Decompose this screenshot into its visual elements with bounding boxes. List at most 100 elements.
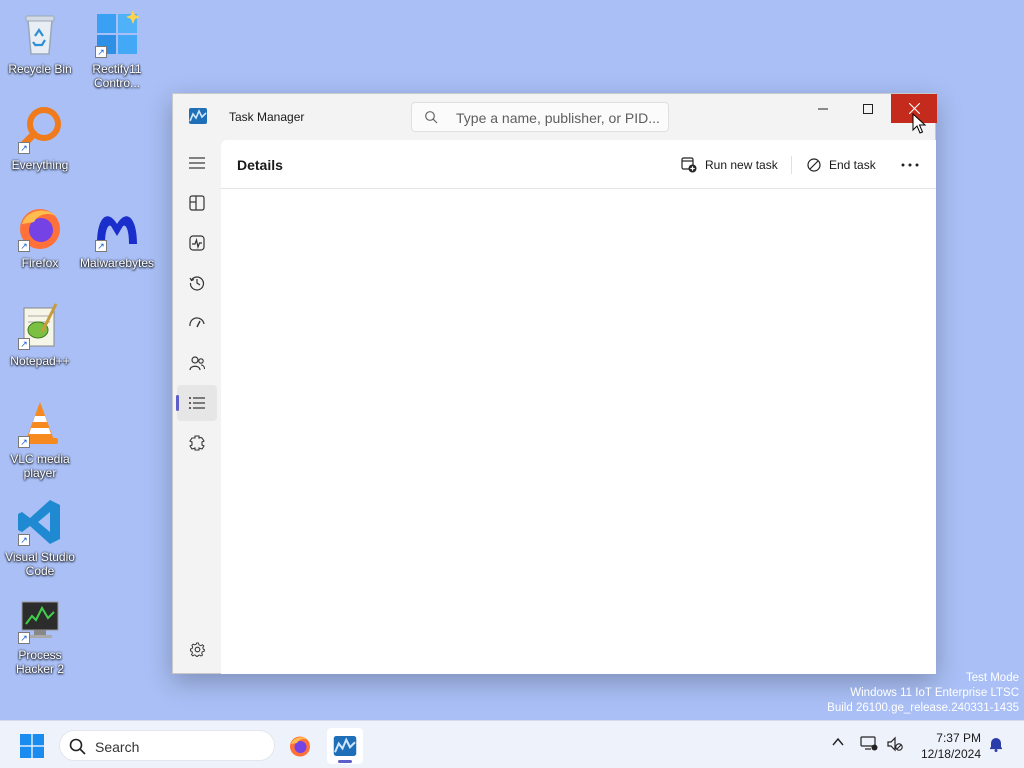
desktop-icon-recycle-bin[interactable]: Recycle Bin	[0, 10, 80, 76]
shortcut-arrow-icon: ↗	[18, 142, 30, 154]
more-options-icon	[901, 163, 919, 167]
test-mode-watermark: Test Mode Windows 11 IoT Enterprise LTSC…	[827, 671, 1019, 716]
title-bar[interactable]: Task Manager	[173, 94, 937, 140]
command-bar: Details Run new task End task	[221, 140, 936, 189]
windows-logo-icon	[20, 734, 44, 758]
nav-users[interactable]	[177, 345, 217, 381]
search-box[interactable]	[411, 102, 669, 132]
notepadpp-icon: ↗	[16, 302, 64, 350]
start-button[interactable]	[20, 734, 44, 758]
shortcut-arrow-icon: ↗	[18, 338, 30, 350]
nav-processes[interactable]	[177, 185, 217, 221]
minimize-button[interactable]	[800, 94, 846, 123]
taskbar: Search 7:37 PM 12/18/2024	[0, 720, 1024, 768]
search-icon	[69, 738, 86, 758]
nav-services[interactable]	[177, 425, 217, 461]
desktop-icon-label: Notepad++	[10, 354, 70, 368]
page-title: Details	[237, 157, 283, 173]
shortcut-arrow-icon: ↗	[18, 632, 30, 644]
history-icon	[189, 276, 205, 291]
shortcut-arrow-icon: ↗	[95, 240, 107, 252]
task-manager-window: Task Manager Type a name, publisher, or …	[172, 93, 937, 674]
system-clock[interactable]: 7:37 PM 12/18/2024	[913, 730, 981, 762]
services-icon	[189, 435, 205, 451]
search-input[interactable]	[456, 108, 661, 128]
volume-button[interactable]	[887, 736, 903, 757]
network-status-button[interactable]	[860, 734, 878, 757]
run-new-task-label: Run new task	[705, 158, 778, 172]
taskbar-search-label: Search	[95, 739, 140, 755]
performance-icon	[189, 235, 205, 251]
desktop-icon-malwarebytes[interactable]: ↗ Malwarebytes	[77, 204, 157, 270]
vlc-icon: ↗	[16, 400, 64, 448]
watermark-line: Test Mode	[965, 672, 1019, 684]
nav-details[interactable]	[176, 385, 217, 421]
run-new-task-button[interactable]: Run new task	[681, 150, 778, 180]
recycle-bin-icon	[16, 10, 64, 58]
users-icon	[189, 356, 205, 371]
desktop-icon-label: Everything	[11, 158, 69, 172]
desktop-icon-label: Firefox	[21, 256, 59, 270]
malwarebytes-icon: ↗	[93, 204, 141, 252]
startup-icon	[189, 317, 205, 328]
search-icon	[424, 110, 438, 124]
show-hidden-icons-button[interactable]	[831, 735, 845, 754]
desktop-icon-label: Recycle Bin	[8, 62, 72, 76]
details-panel: Details Run new task End task	[221, 140, 936, 674]
vscode-icon: ↗	[16, 498, 64, 546]
desktop-icon-notepadpp[interactable]: ↗ Notepad++	[0, 302, 80, 368]
hamburger-icon	[189, 157, 205, 169]
control-panel-icon: ↗	[93, 10, 141, 58]
nav-settings[interactable]	[177, 631, 217, 667]
volume-muted-icon	[887, 736, 903, 752]
taskbar-firefox[interactable]	[282, 728, 318, 764]
maximize-button[interactable]	[845, 94, 891, 123]
taskbar-search-box[interactable]: Search	[59, 730, 275, 761]
desktop-icon-label: Process Hacker 2	[15, 648, 65, 676]
gear-icon	[189, 641, 205, 657]
running-indicator	[338, 760, 352, 763]
shortcut-arrow-icon: ↗	[18, 240, 30, 252]
desktop-icon-vscode[interactable]: ↗ Visual Studio Code	[0, 498, 80, 578]
maximize-icon	[863, 103, 873, 114]
firefox-icon: ↗	[16, 204, 64, 252]
taskbar-task-manager[interactable]	[327, 728, 363, 764]
notifications-button[interactable]	[988, 736, 1004, 757]
desktop-icon-everything[interactable]: ↗ Everything	[0, 106, 80, 172]
mouse-cursor-icon	[912, 113, 927, 134]
desktop-icon-label: VLC media player	[10, 452, 70, 480]
firefox-icon	[290, 736, 310, 757]
shortcut-arrow-icon: ↗	[95, 46, 107, 58]
nav-performance[interactable]	[177, 225, 217, 261]
processes-icon	[189, 195, 205, 211]
bell-icon	[990, 738, 1002, 752]
end-task-label: End task	[829, 158, 876, 172]
run-new-task-icon	[681, 157, 697, 173]
more-options-button[interactable]	[897, 154, 923, 176]
desktop-icon-firefox[interactable]: ↗ Firefox	[0, 204, 80, 270]
desktop-icon-rectify11[interactable]: ↗ Rectify11 Contro...	[77, 10, 157, 90]
shortcut-arrow-icon: ↗	[18, 534, 30, 546]
watermark-line: Build 26100.ge_release.240331-1435	[827, 702, 1019, 714]
minimize-icon	[818, 108, 828, 109]
end-task-button[interactable]: End task	[807, 150, 876, 180]
nav-startup-apps[interactable]	[177, 305, 217, 341]
task-manager-app-icon	[189, 108, 207, 124]
chevron-up-icon	[832, 737, 844, 746]
window-title: Task Manager	[229, 110, 305, 124]
nav-app-history[interactable]	[177, 265, 217, 301]
desktop-icon-process-hacker[interactable]: ↗ Process Hacker 2	[0, 596, 80, 676]
desktop-icon-label: Visual Studio Code	[5, 550, 75, 578]
network-disconnected-icon	[860, 736, 878, 751]
desktop-icon-label: Rectify11 Contro...	[92, 62, 142, 90]
details-list-icon	[189, 397, 205, 409]
desktop-icon-label: Malwarebytes	[79, 256, 155, 270]
navigation-sidebar	[173, 140, 221, 674]
command-separator	[791, 156, 792, 174]
watermark-line: Windows 11 IoT Enterprise LTSC	[850, 687, 1019, 699]
end-task-icon	[807, 158, 821, 172]
nav-menu-button[interactable]	[177, 145, 217, 181]
everything-search-icon: ↗	[16, 106, 64, 154]
shortcut-arrow-icon: ↗	[18, 436, 30, 448]
desktop-icon-vlc[interactable]: ↗ VLC media player	[0, 400, 80, 480]
